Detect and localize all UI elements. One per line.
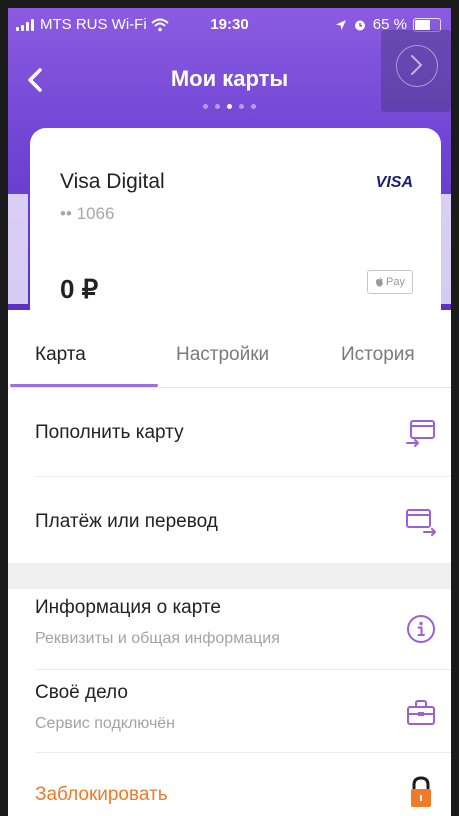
page-dot: [215, 104, 220, 109]
apple-icon: [376, 277, 384, 287]
page-dot: [251, 104, 256, 109]
card-info-row[interactable]: Информация о карте Реквизиты и общая инф…: [8, 589, 451, 675]
briefcase-icon: [407, 700, 435, 725]
bank-card[interactable]: Visa Digital •• 1066 VISA 0 ₽ Pay: [30, 128, 441, 318]
payment-transfer-label: Платёж или перевод: [35, 511, 218, 532]
next-card-button[interactable]: [381, 30, 451, 112]
own-business-subtitle: Сервис подключён: [35, 715, 176, 732]
tab-history[interactable]: История: [341, 344, 415, 366]
own-business-row[interactable]: Своё дело Сервис подключён: [8, 670, 451, 752]
alarm-icon: [354, 20, 365, 30]
tab-settings[interactable]: Настройки: [176, 344, 269, 366]
own-business-label: Своё дело: [35, 682, 128, 703]
block-card-row[interactable]: Заблокировать: [8, 753, 451, 816]
section-gap: [8, 563, 451, 589]
card-balance: 0 ₽: [60, 274, 99, 304]
page-dot: [203, 104, 208, 109]
top-up-card-label: Пополнить карту: [35, 422, 184, 443]
card-topup-icon: [406, 420, 435, 447]
info-icon: [407, 615, 435, 643]
card-info-subtitle: Реквизиты и общая информация: [35, 630, 280, 647]
tab-card[interactable]: Карта: [35, 344, 86, 366]
prev-card-peek[interactable]: [8, 194, 28, 304]
apple-pay-badge: Pay: [367, 270, 413, 294]
next-circle: [396, 45, 438, 87]
block-card-label: Заблокировать: [35, 784, 168, 805]
payment-transfer-row[interactable]: Платёж или перевод: [8, 477, 451, 563]
page-dot: [239, 104, 244, 109]
card-info-label: Информация о карте: [35, 597, 221, 618]
card-name: Visa Digital: [60, 170, 165, 193]
top-up-card-row[interactable]: Пополнить карту: [8, 388, 451, 476]
page-dot-active: [227, 104, 232, 109]
location-arrow-icon: [335, 19, 346, 30]
card-number: •• 1066: [60, 204, 115, 223]
card-detail-sheet: Карта Настройки История Пополнить карту …: [8, 310, 451, 816]
visa-logo: VISA: [375, 174, 413, 191]
app-screen: MTS RUS Wi-Fi 19:30 65 % Мои карты Visa …: [8, 8, 451, 816]
lock-icon: [411, 776, 431, 807]
card-transfer-icon: [406, 509, 436, 536]
cards-header: MTS RUS Wi-Fi 19:30 65 % Мои карты Visa …: [8, 8, 451, 318]
apple-pay-label: Pay: [386, 276, 405, 288]
chevron-right-icon: [411, 55, 423, 75]
tab-bar: Карта Настройки История: [8, 310, 451, 388]
